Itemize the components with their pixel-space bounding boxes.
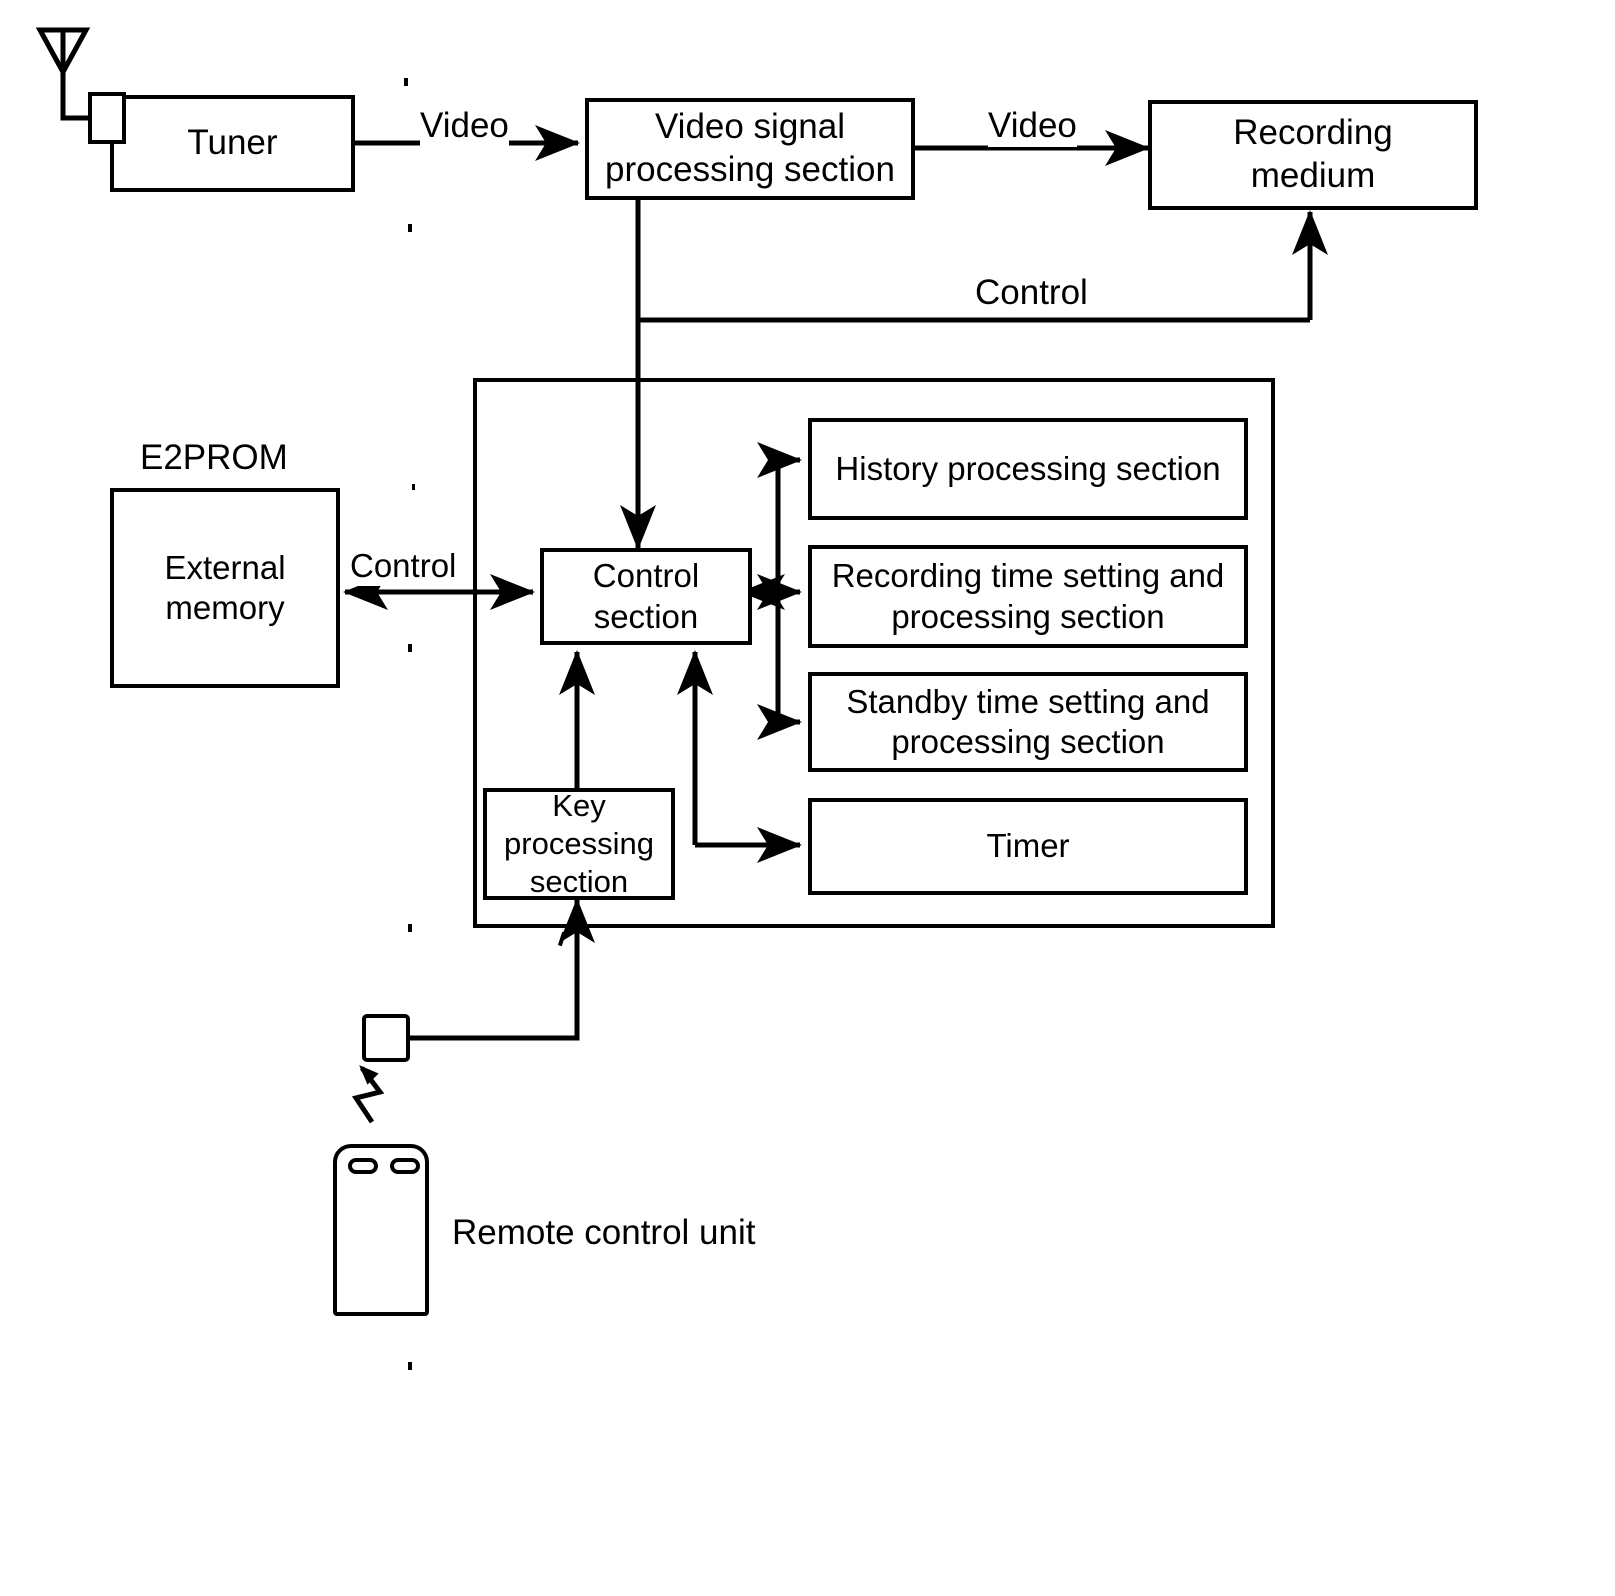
tuner-label: Tuner (187, 123, 278, 163)
scan-speck (408, 644, 412, 652)
control-label-memory: Control (350, 546, 457, 586)
scan-speck (408, 924, 412, 932)
standby-time-setting-block[interactable]: Standby time setting and processing sect… (808, 672, 1248, 772)
history-processing-label: History processing section (835, 449, 1221, 487)
recording-time-setting-label: Recording time setting and processing se… (831, 557, 1225, 635)
video-label-medium: Video (988, 105, 1077, 147)
antenna-icon (35, 27, 91, 121)
standby-time-setting-label: Standby time setting and processing sect… (846, 682, 1210, 760)
remote-control-unit-label: Remote control unit (452, 1212, 756, 1254)
video-label-tuner: Video (420, 105, 509, 147)
remote-key-right (390, 1158, 420, 1174)
scan-speck (408, 1362, 412, 1370)
recording-medium-label: Recording medium (1233, 113, 1393, 195)
video-signal-processing-block[interactable]: Video signal processing section (585, 98, 915, 200)
scan-speck (557, 931, 567, 947)
scan-speck (408, 224, 412, 232)
control-label-medium: Control (975, 272, 1088, 314)
tuner-block[interactable]: Tuner (110, 95, 355, 192)
recording-medium-block[interactable]: Recording medium (1148, 100, 1478, 210)
ir-beam-icon (351, 1065, 385, 1124)
key-processing-block[interactable]: Key processing section (483, 788, 675, 900)
timer-label: Timer (986, 827, 1070, 865)
recording-time-setting-block[interactable]: Recording time setting and processing se… (808, 545, 1248, 648)
diagram-canvas: Tuner Video signal processing section Re… (0, 0, 1615, 1596)
control-section-block[interactable]: Control section (540, 548, 752, 645)
external-memory-label: External memory (164, 548, 286, 626)
key-processing-label: Key processing section (504, 788, 654, 899)
external-memory-block[interactable]: External memory (110, 488, 340, 688)
ir-receiver-icon (362, 1014, 410, 1062)
remote-key-left (348, 1158, 378, 1174)
e2prom-label: E2PROM (140, 437, 288, 479)
control-section-label: Control section (592, 557, 700, 635)
tuner-input-tab (88, 92, 126, 144)
scan-speck (412, 484, 415, 490)
scan-speck (404, 78, 408, 86)
history-processing-block[interactable]: History processing section (808, 418, 1248, 520)
video-signal-processing-label: Video signal processing section (605, 107, 895, 189)
timer-block[interactable]: Timer (808, 798, 1248, 895)
